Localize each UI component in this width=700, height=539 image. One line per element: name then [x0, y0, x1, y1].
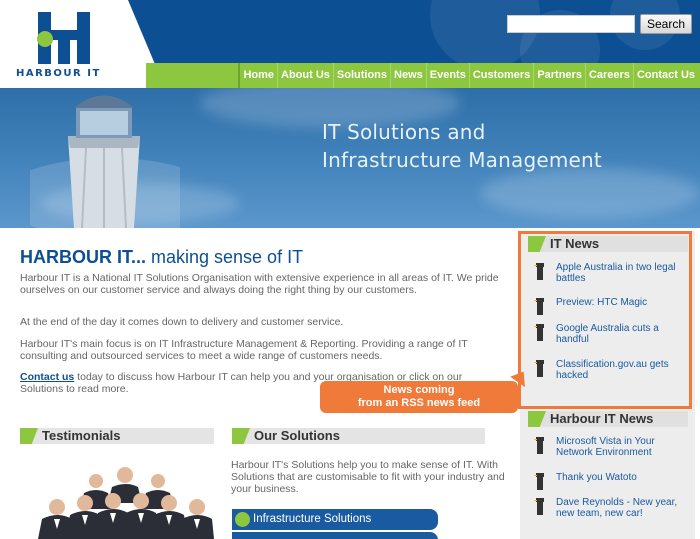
- green-dot-icon: [235, 512, 250, 527]
- next-solution-button[interactable]: [232, 532, 438, 539]
- nav-customers[interactable]: Customers: [468, 63, 533, 88]
- logo-wordmark: HARBOUR IT: [16, 68, 101, 79]
- banner-title-line-2: Infrastructure Management: [322, 148, 602, 172]
- page-title-brand: HARBOUR IT...: [20, 247, 146, 267]
- banner-title: IT Solutions and Infrastructure Manageme…: [322, 118, 602, 174]
- hero-banner: IT Solutions and Infrastructure Manageme…: [0, 88, 700, 228]
- testimonials-title: Testimonials: [42, 428, 121, 443]
- page-title-tagline: making sense of IT: [146, 247, 304, 267]
- nav-home[interactable]: Home: [238, 63, 277, 88]
- search-input[interactable]: [507, 15, 635, 33]
- green-flag-icon: [528, 411, 546, 427]
- contact-us-link[interactable]: Contact us: [20, 371, 74, 383]
- harbour-it-news-header: Harbour IT News: [528, 411, 688, 427]
- nav-careers[interactable]: Careers: [584, 63, 633, 88]
- lighthouse-bullet-icon: [534, 473, 544, 490]
- intro-paragraph-3: Harbour IT's main focus is on IT Infrast…: [20, 338, 468, 362]
- rss-callout-line-2: from an RSS news feed: [357, 397, 481, 409]
- testimonials-header: Testimonials: [20, 428, 214, 444]
- banner-title-line-1: IT Solutions and: [322, 120, 486, 144]
- solutions-description: Harbour IT's Solutions help you to make …: [231, 459, 505, 495]
- nav-events[interactable]: Events: [425, 63, 469, 88]
- nav-contact-us[interactable]: Contact Us: [632, 63, 698, 88]
- rss-feed-highlight: [518, 231, 692, 409]
- harbour-it-news-title: Harbour IT News: [550, 411, 654, 426]
- lighthouse-bullet-icon: [534, 498, 544, 515]
- harbour-it-logo-icon: [37, 12, 90, 64]
- harbour-news-item-link[interactable]: Microsoft Vista in Your Network Environm…: [556, 436, 692, 458]
- search-button[interactable]: Search: [640, 14, 692, 34]
- harbour-news-item-link[interactable]: Dave Reynolds - New year, new team, new …: [556, 497, 692, 519]
- green-flag-icon: [20, 428, 38, 444]
- green-flag-icon: [232, 428, 250, 444]
- rss-callout: News coming from an RSS news feed: [320, 381, 518, 413]
- site-header: HARBOUR IT Search Home About Us Solution…: [0, 0, 700, 88]
- nav-news[interactable]: News: [390, 63, 426, 88]
- our-solutions-title: Our Solutions: [254, 428, 340, 443]
- lighthouse-image: [30, 95, 180, 228]
- infrastructure-solutions-label: Infrastructure Solutions: [253, 513, 372, 525]
- harbour-news-item-link[interactable]: Thank you Watoto: [556, 472, 692, 483]
- intro-paragraph-2: At the end of the day it comes down to d…: [20, 316, 344, 328]
- page-title: HARBOUR IT... making sense of IT: [20, 247, 303, 268]
- intro-paragraph-1: Harbour IT is a National IT Solutions Or…: [20, 272, 499, 296]
- our-solutions-header: Our Solutions: [232, 428, 485, 444]
- rss-callout-line-1: News coming: [383, 384, 455, 396]
- lighthouse-bullet-icon: [534, 437, 544, 454]
- main-nav: Home About Us Solutions News Events Cust…: [146, 63, 700, 88]
- nav-partners[interactable]: Partners: [533, 63, 585, 88]
- infrastructure-solutions-button[interactable]: Infrastructure Solutions: [232, 509, 438, 530]
- nav-about-us[interactable]: About Us: [277, 63, 333, 88]
- team-photo[interactable]: [38, 463, 214, 539]
- nav-solutions[interactable]: Solutions: [332, 63, 390, 88]
